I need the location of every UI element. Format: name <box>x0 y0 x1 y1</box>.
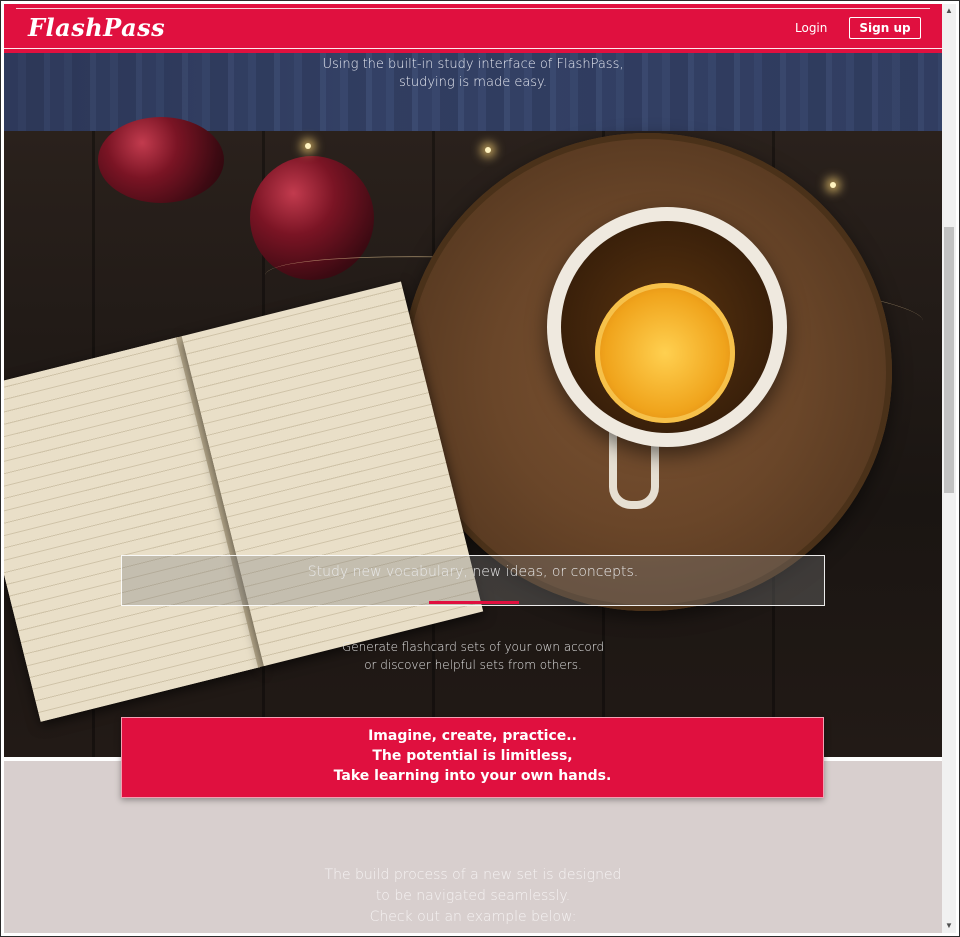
scroll-up-arrow-icon[interactable]: ▲ <box>942 4 956 18</box>
navbar: FlashPass Login Sign up <box>4 4 942 53</box>
page-viewport: Using the built-in study interface of Fl… <box>4 4 942 933</box>
fairy-light <box>830 182 836 188</box>
signup-button[interactable]: Sign up <box>849 17 921 39</box>
lemon-slice <box>595 283 735 423</box>
tagline-line-3: Take learning into your own hands. <box>333 768 612 784</box>
study-subtext: Generate flashcard sets of your own acco… <box>4 638 942 674</box>
browser-frame: Using the built-in study interface of Fl… <box>0 0 960 937</box>
vertical-scrollbar[interactable]: ▲ ▼ <box>942 4 956 933</box>
tea <box>561 221 773 433</box>
study-search-input[interactable]: Study new vocabulary, new ideas, or conc… <box>121 555 825 606</box>
study-subtext-line-2: or discover helpful sets from others. <box>364 658 582 672</box>
navbar-top-rule <box>16 8 930 9</box>
tagline-line-1: Imagine, create, practice.. <box>368 728 577 744</box>
search-accent-underline <box>429 601 519 604</box>
scrollbar-thumb[interactable] <box>944 227 954 493</box>
tagline-banner: Imagine, create, practice.. The potentia… <box>121 717 824 798</box>
hero-top-line-1: Using the built-in study interface of Fl… <box>322 57 624 72</box>
build-line-1: The build process of a new set is design… <box>324 867 622 883</box>
build-line-2: to be navigated seamlessly. <box>375 888 571 904</box>
fairy-light <box>305 143 311 149</box>
study-subtext-line-1: Generate flashcard sets of your own acco… <box>341 640 605 654</box>
brand-logo[interactable]: FlashPass <box>28 13 165 42</box>
fairy-light <box>485 147 491 153</box>
navbar-bottom-rule <box>4 48 942 49</box>
hero-top-text: Using the built-in study interface of Fl… <box>4 56 942 92</box>
build-description: The build process of a new set is design… <box>4 865 942 928</box>
study-photo-section: Study new vocabulary, new ideas, or conc… <box>4 117 942 757</box>
tagline-line-2: The potential is limitless, <box>372 748 573 764</box>
build-line-3: Check out an example below: <box>369 909 577 925</box>
tea-cup <box>547 207 787 447</box>
apple-image <box>98 117 224 203</box>
scroll-down-arrow-icon[interactable]: ▼ <box>942 919 956 933</box>
hero-top-line-2: studying is made easy. <box>398 75 548 90</box>
login-link[interactable]: Login <box>795 21 827 35</box>
